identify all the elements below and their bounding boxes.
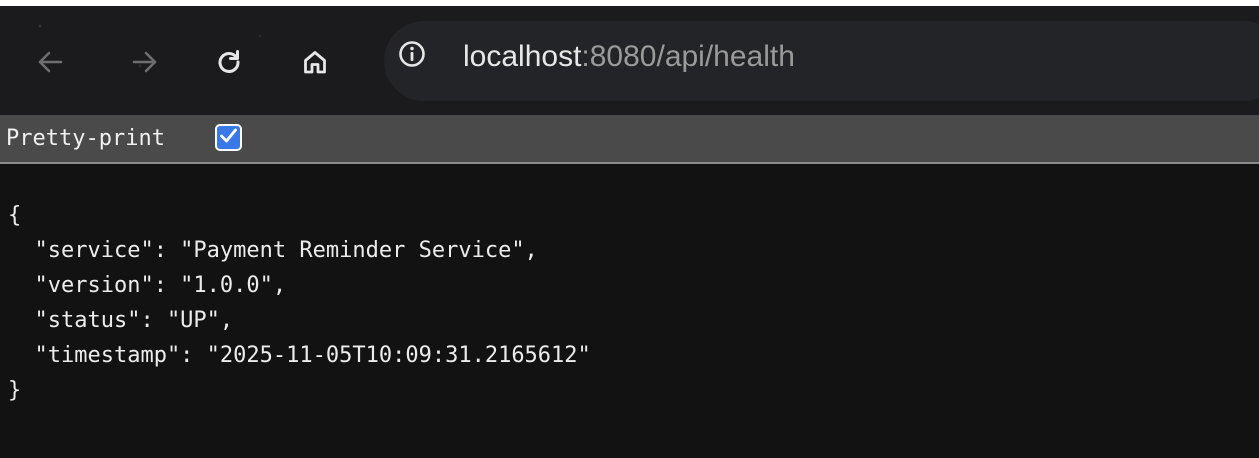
back-button[interactable] xyxy=(30,42,70,82)
json-line: } xyxy=(8,378,22,403)
arrow-right-icon xyxy=(132,50,158,74)
url-path: :8080/api/health xyxy=(581,40,795,73)
pretty-print-label: Pretty-print xyxy=(6,126,165,151)
url-text[interactable]: localhost:8080/api/health xyxy=(463,40,795,74)
pretty-print-checkbox[interactable] xyxy=(215,124,242,151)
home-icon xyxy=(302,49,328,75)
json-line: { xyxy=(8,203,22,228)
json-line: "status": "UP", xyxy=(8,308,234,333)
site-info-button[interactable] xyxy=(396,40,428,72)
home-button[interactable] xyxy=(295,42,335,82)
json-line: "version": "1.0.0", xyxy=(8,273,287,298)
info-icon xyxy=(398,40,426,72)
reload-icon xyxy=(216,49,242,75)
forward-button[interactable] xyxy=(125,42,165,82)
pretty-print-bar xyxy=(0,115,1259,164)
json-output: { "service": "Payment Reminder Service",… xyxy=(8,198,591,408)
json-line: "timestamp": "2025-11-05T10:09:31.216561… xyxy=(8,343,591,368)
checkmark-icon xyxy=(219,127,238,148)
url-host: localhost xyxy=(463,40,582,73)
arrow-left-icon xyxy=(37,50,63,74)
json-line: "service": "Payment Reminder Service", xyxy=(8,238,538,263)
reload-button[interactable] xyxy=(209,42,249,82)
